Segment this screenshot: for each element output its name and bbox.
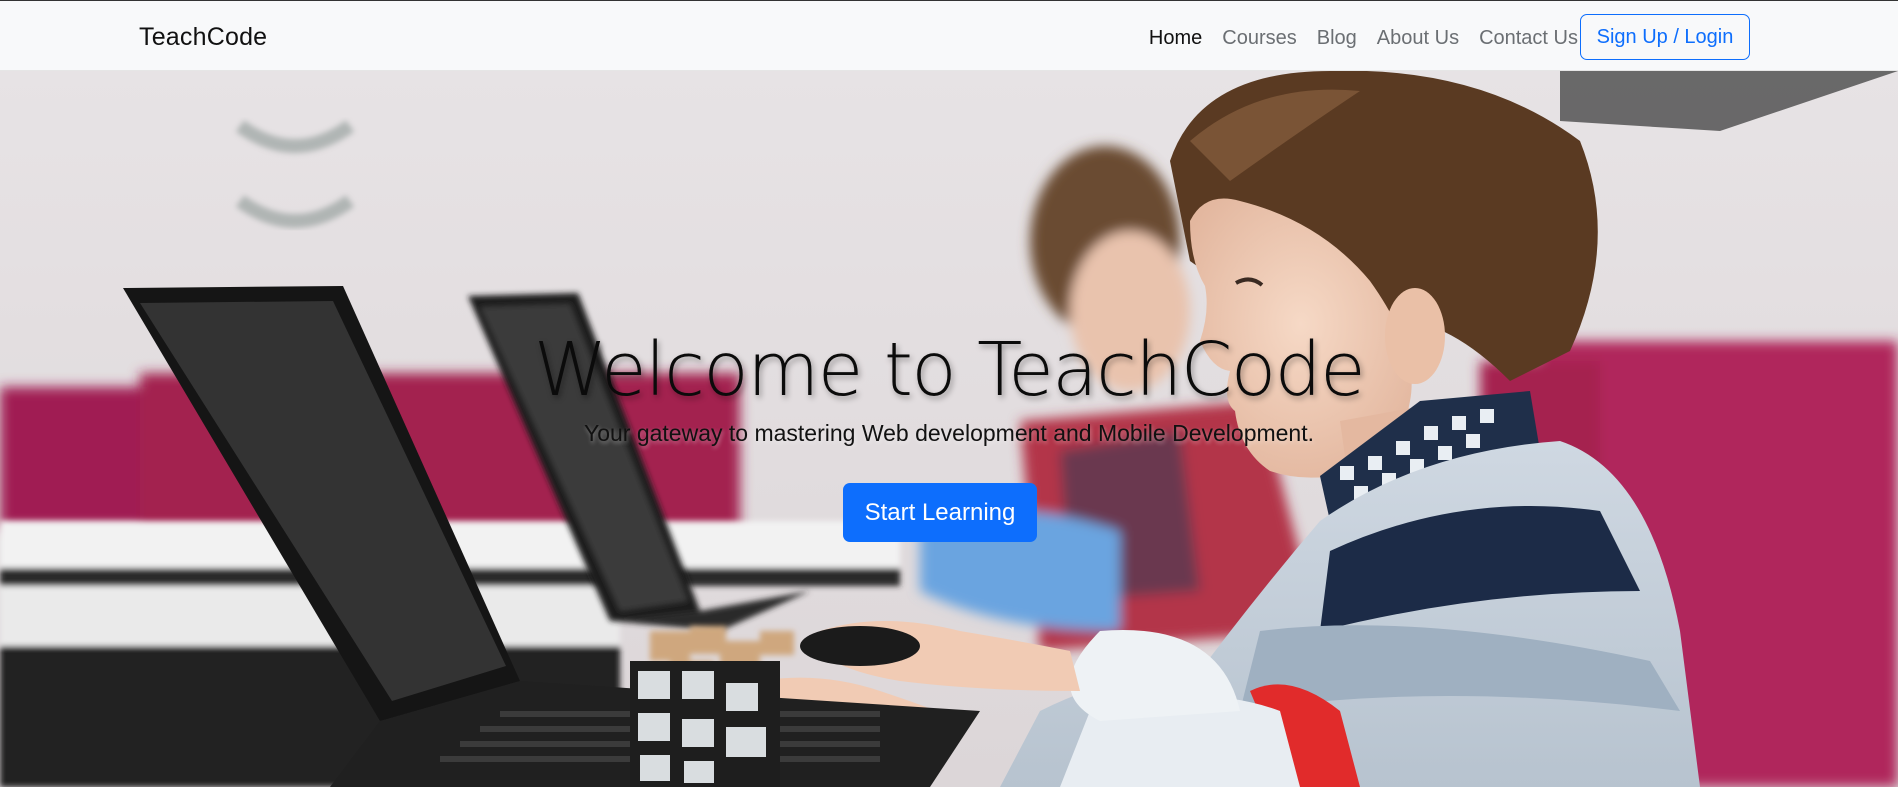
hero-subtitle: Your gateway to mastering Web developmen… [583,420,1315,446]
signup-login-button[interactable]: Sign Up / Login [1580,14,1750,60]
hero-title: Welcome to TeachCode [533,327,1366,413]
nav-links: Home Courses Blog About Us Contact Us [1139,25,1588,51]
hero-section: Welcome to TeachCode Your gateway to mas… [0,71,1898,787]
start-learning-button[interactable]: Start Learning [843,483,1037,542]
brand-logo-link[interactable]: TeachCode [139,23,267,52]
nav-link-home[interactable]: Home [1139,25,1212,51]
hero-content: Welcome to TeachCode Your gateway to mas… [0,71,1898,787]
nav-link-about-us[interactable]: About Us [1367,25,1469,51]
nav-link-courses[interactable]: Courses [1212,25,1306,51]
top-navbar: TeachCode Home Courses Blog About Us Con… [0,0,1898,71]
nav-link-blog[interactable]: Blog [1307,25,1367,51]
nav-link-contact-us[interactable]: Contact Us [1469,25,1588,51]
